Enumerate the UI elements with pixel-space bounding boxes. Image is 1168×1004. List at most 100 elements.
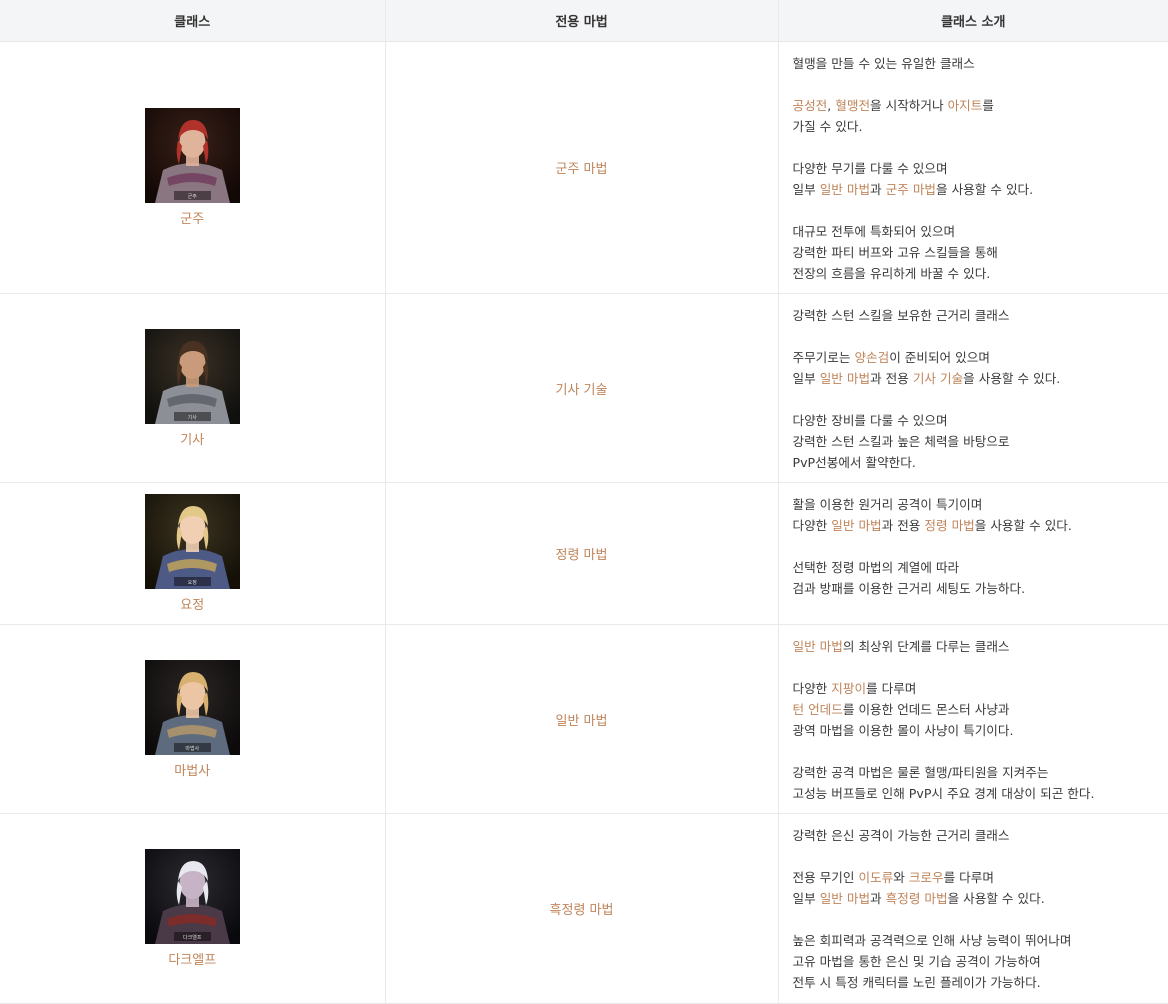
table-row: 기사 기사 기사 기술 강력한 스턴 스킬을 보유한 근거리 클래스 주무기로는 양손검… bbox=[0, 293, 1168, 483]
intro-text: 전장의 흐름을 유리하게 바꿀 수 있다. bbox=[792, 266, 991, 281]
exclusive-magic-cell: 군주 마법 bbox=[385, 41, 779, 294]
intro-paragraph: 선택한 정령 마법의 계열에 따라 검과 방패를 이용한 근거리 세팅도 가능하다… bbox=[793, 557, 1157, 599]
class-intro-cell: 강력한 은신 공격이 가능한 근거리 클래스전용 무기인 이도류와 크로우를 다… bbox=[778, 813, 1168, 1004]
exclusive-magic-cell: 일반 마법 bbox=[385, 624, 779, 814]
class-portrait-image: 기사 bbox=[144, 328, 240, 424]
header-class-intro: 클래스 소개 bbox=[778, 0, 1168, 42]
intro-text: 전용 무기인 bbox=[792, 870, 859, 885]
intro-text: 일부 bbox=[792, 182, 820, 197]
class-portrait-image: 요정 bbox=[144, 494, 240, 589]
class-portrait-image: 군주 bbox=[144, 108, 240, 203]
highlight-link[interactable]: 양손검 bbox=[854, 350, 889, 365]
portrait-art bbox=[144, 494, 240, 589]
intro-text: 를 다루며 bbox=[866, 681, 917, 696]
table-row: 요정 요정 정령 마법 활을 이용한 원거리 공격이 특기이며 다양한 일반 마법과 전… bbox=[0, 482, 1168, 625]
class-portrait-image: 마법사 bbox=[144, 659, 240, 755]
highlight-link[interactable]: 지팡이 bbox=[831, 681, 866, 696]
intro-paragraph: 다양한 장비를 다룰 수 있으며강력한 스턴 스킬과 높은 체력을 바탕으로 Pv… bbox=[793, 410, 1157, 473]
intro-paragraph: 일반 마법의 최상위 단계를 다루는 클래스 bbox=[793, 636, 1157, 657]
intro-text: 과 전용 bbox=[881, 518, 925, 533]
highlight-link[interactable]: 정령 마법 bbox=[924, 518, 974, 533]
table-row: 다크엘프 다크엘프 흑정령 마법 강력한 은신 공격이 가능한 근거리 클래스 전용 무… bbox=[0, 813, 1168, 1004]
intro-paragraph: 주무기로는 양손검이 준비되어 있으며일부 일반 마법과 전용 기사 기술을 사… bbox=[793, 347, 1157, 389]
intro-text: 선택한 정령 마법의 계열에 따라 bbox=[792, 560, 960, 575]
intro-paragraph: 혈맹을 만들 수 있는 유일한 클래스 bbox=[793, 53, 1157, 74]
intro-text: 일부 bbox=[792, 891, 820, 906]
intro-text: 와 bbox=[893, 870, 909, 885]
intro-text: 과 bbox=[870, 182, 886, 197]
intro-paragraph: 다양한 지팡이를 다루며턴 언데드를 이용한 언데드 몬스터 사냥과광역 마법을… bbox=[793, 678, 1157, 741]
intro-text: 강력한 공격 마법은 물론 혈맹/파티원을 지켜주는 bbox=[792, 765, 1049, 780]
intro-text: 를 다루며 bbox=[943, 870, 994, 885]
class-cell: 군주 군주 bbox=[0, 41, 386, 294]
class-name-link[interactable]: 기사 bbox=[0, 429, 385, 448]
highlight-link[interactable]: 흑정령 마법 bbox=[886, 891, 948, 906]
intro-text: 다양한 장비를 다룰 수 있으며 bbox=[792, 413, 948, 428]
intro-text: 을 사용할 수 있다. bbox=[963, 371, 1061, 386]
highlight-link[interactable]: 아지트 bbox=[948, 98, 983, 113]
table-row: 마법사 마법사 일반 마법 일반 마법의 최상위 단계를 다루는 클래스 다양한 지팡이… bbox=[0, 624, 1168, 814]
intro-text: 높은 회피력과 공격력으로 인해 사냥 능력이 뛰어나며 bbox=[792, 933, 1072, 948]
intro-paragraph: 공성전, 혈맹전을 시작하거나 아지트를 가질 수 있다. bbox=[793, 95, 1157, 137]
class-name-link[interactable]: 요정 bbox=[0, 594, 385, 613]
intro-text: 과 bbox=[870, 891, 886, 906]
intro-text: 주무기로는 bbox=[792, 350, 855, 365]
highlight-link[interactable]: 턴 언데드 bbox=[793, 702, 843, 717]
intro-text: PvP선봉에서 활약한다. bbox=[792, 455, 916, 470]
intro-paragraph: 다양한 무기를 다룰 수 있으며 일부 일반 마법과 군주 마법을 사용할 수 있… bbox=[793, 158, 1157, 200]
highlight-link[interactable]: 군주 마법 bbox=[886, 182, 936, 197]
highlight-link[interactable]: 공성전 bbox=[793, 98, 828, 113]
portrait-caption: 마법사 bbox=[185, 745, 200, 752]
exclusive-magic-link[interactable]: 일반 마법 bbox=[556, 714, 608, 729]
intro-text: 강력한 은신 공격이 가능한 근거리 클래스 bbox=[792, 828, 1010, 843]
table-row: 군주 군주 군주 마법 혈맹을 만들 수 있는 유일한 클래스 공성전, 혈맹전을 시작… bbox=[0, 41, 1168, 294]
class-intro-cell: 혈맹을 만들 수 있는 유일한 클래스공성전, 혈맹전을 시작하거나 아지트를 가… bbox=[778, 41, 1168, 294]
class-intro-cell: 활을 이용한 원거리 공격이 특기이며 다양한 일반 마법과 전용 정령 마법을 … bbox=[778, 482, 1168, 625]
exclusive-magic-link[interactable]: 정령 마법 bbox=[556, 548, 608, 563]
intro-text: 을 사용할 수 있다. bbox=[936, 182, 1034, 197]
highlight-link[interactable]: 일반 마법 bbox=[820, 182, 870, 197]
highlight-link[interactable]: 일반 마법 bbox=[831, 518, 881, 533]
class-table: 클래스 전용 마법 클래스 소개 군주 군주 군주 마법 혈맹을 만들 수 있는 유일… bbox=[0, 0, 1168, 1004]
exclusive-magic-link[interactable]: 기사 기술 bbox=[556, 383, 608, 398]
intro-text: 혈맹을 만들 수 있는 유일한 클래스 bbox=[792, 56, 975, 71]
class-intro-cell: 일반 마법의 최상위 단계를 다루는 클래스다양한 지팡이를 다루며턴 언데드를… bbox=[778, 624, 1168, 814]
highlight-link[interactable]: 기사 기술 bbox=[913, 371, 963, 386]
portrait-caption: 군주 bbox=[187, 194, 197, 200]
intro-paragraph: 강력한 스턴 스킬을 보유한 근거리 클래스 bbox=[793, 305, 1157, 326]
intro-text: 광역 마법을 이용한 몰이 사냥이 특기이다. bbox=[792, 723, 1014, 738]
intro-text: 고성능 버프들로 인해 PvP시 주요 경계 대상이 되곤 한다. bbox=[792, 786, 1095, 801]
class-cell: 요정 요정 bbox=[0, 482, 386, 625]
highlight-link[interactable]: 일반 마법 bbox=[793, 639, 843, 654]
highlight-link[interactable]: 혈맹전 bbox=[835, 98, 870, 113]
intro-text: 대규모 전투에 특화되어 있으며 bbox=[792, 224, 956, 239]
intro-text: 일부 bbox=[792, 371, 820, 386]
intro-text: 를 이용한 언데드 몬스터 사냥과 bbox=[842, 702, 1010, 717]
intro-text: 을 사용할 수 있다. bbox=[974, 518, 1072, 533]
highlight-link[interactable]: 일반 마법 bbox=[820, 371, 870, 386]
intro-paragraph: 전용 무기인 이도류와 크로우를 다루며 일부 일반 마법과 흑정령 마법을 사용… bbox=[793, 867, 1157, 909]
class-name-link[interactable]: 마법사 bbox=[0, 760, 385, 779]
class-cell: 기사 기사 bbox=[0, 293, 386, 483]
highlight-link[interactable]: 이도류 bbox=[858, 870, 893, 885]
intro-paragraph: 대규모 전투에 특화되어 있으며 강력한 파티 버프와 고유 스킬들을 통해 전장의… bbox=[793, 221, 1157, 284]
class-cell: 다크엘프 다크엘프 bbox=[0, 813, 386, 1004]
intro-text: 강력한 스턴 스킬과 높은 체력을 바탕으로 bbox=[792, 434, 1010, 449]
intro-paragraph: 높은 회피력과 공격력으로 인해 사냥 능력이 뛰어나며 고유 마법을 통한 은신… bbox=[793, 930, 1157, 993]
exclusive-magic-link[interactable]: 군주 마법 bbox=[556, 162, 608, 177]
exclusive-magic-link[interactable]: 흑정령 마법 bbox=[550, 903, 614, 918]
class-name-link[interactable]: 군주 bbox=[0, 208, 385, 227]
highlight-link[interactable]: 일반 마법 bbox=[820, 891, 870, 906]
intro-text: 강력한 스턴 스킬을 보유한 근거리 클래스 bbox=[792, 308, 1010, 323]
intro-text: 과 전용 bbox=[870, 371, 913, 386]
intro-text: 의 최상위 단계를 다루는 클래스 bbox=[842, 639, 1010, 654]
table-header-row: 클래스 전용 마법 클래스 소개 bbox=[0, 0, 1168, 42]
portrait-caption: 기사 bbox=[187, 414, 197, 421]
class-portrait-image: 다크엘프 bbox=[144, 849, 240, 944]
intro-text: 활을 이용한 원거리 공격이 특기이며 bbox=[792, 497, 983, 512]
class-name-link[interactable]: 다크엘프 bbox=[0, 949, 385, 968]
intro-text: 다양한 bbox=[792, 681, 832, 696]
intro-text: 을 시작하거나 bbox=[870, 98, 948, 113]
intro-text: 이 준비되어 있으며 bbox=[889, 350, 990, 365]
highlight-link[interactable]: 크로우 bbox=[909, 870, 944, 885]
